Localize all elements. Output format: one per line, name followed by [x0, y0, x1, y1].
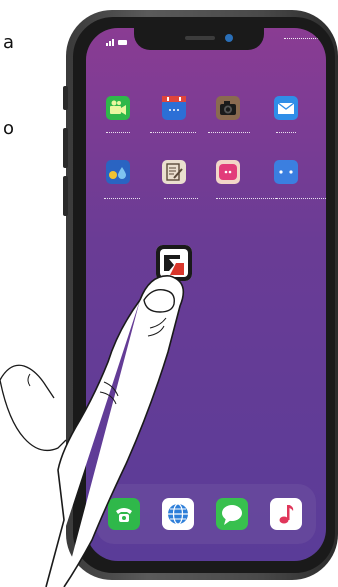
games-app[interactable]	[274, 160, 298, 184]
music-app[interactable]	[270, 498, 302, 530]
app-label	[164, 198, 198, 199]
notepad-pencil-icon	[166, 163, 183, 181]
video-camera-icon	[110, 100, 126, 115]
chat-bubble-app[interactable]	[216, 160, 240, 184]
signal-indicator	[106, 38, 130, 48]
music-note-icon	[279, 505, 294, 524]
front-camera	[225, 34, 233, 42]
camera-app[interactable]	[216, 96, 240, 120]
water-drops-icon	[109, 167, 126, 179]
globe-icon	[168, 503, 188, 525]
phone-app[interactable]	[108, 498, 140, 530]
side-text-a: a	[2, 32, 14, 53]
earpiece-speaker	[185, 36, 215, 40]
weather-app[interactable]	[106, 160, 130, 184]
notch	[134, 28, 264, 50]
app-label	[276, 132, 296, 133]
calendar-app[interactable]	[162, 96, 186, 120]
telephone-icon	[116, 508, 132, 522]
dragged-app-icon[interactable]	[156, 245, 192, 281]
video-camera-app[interactable]	[106, 96, 130, 120]
status-text	[284, 38, 320, 41]
messages-app[interactable]	[216, 498, 248, 530]
app-label	[216, 198, 276, 199]
volume-down-button	[63, 176, 68, 216]
speech-bubble-icon	[222, 505, 242, 525]
browser-app[interactable]	[162, 498, 194, 530]
face-dots-icon	[279, 170, 293, 174]
dock	[96, 484, 316, 544]
app-label	[106, 132, 130, 133]
app-label	[276, 198, 326, 199]
home-screen[interactable]	[86, 28, 326, 561]
app-label	[104, 198, 140, 199]
mail-app[interactable]	[274, 96, 298, 120]
side-text-o: o	[2, 118, 14, 139]
app-label	[208, 132, 250, 133]
mail-icon	[277, 102, 295, 114]
camera-icon	[220, 101, 236, 115]
app-label	[150, 132, 196, 133]
volume-up-button	[63, 128, 68, 168]
notes-app[interactable]	[162, 160, 186, 184]
app-switch-icon	[156, 245, 192, 281]
calendar-icon	[162, 96, 186, 111]
face-dots-icon	[219, 164, 237, 180]
silent-switch	[63, 86, 68, 110]
